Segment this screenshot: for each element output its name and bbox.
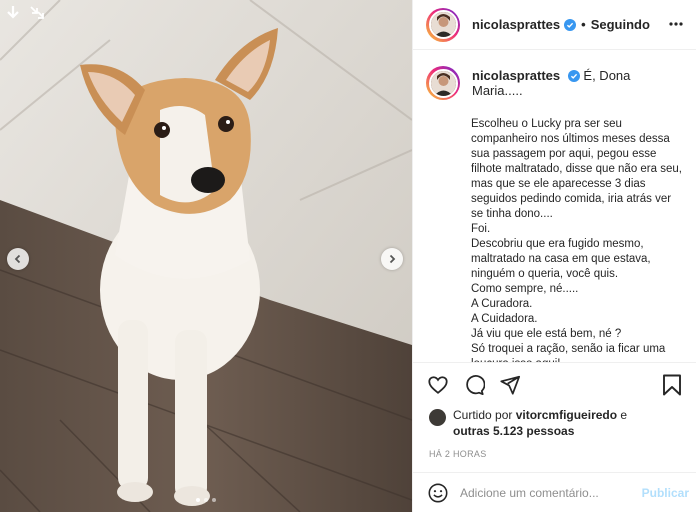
liker-avatar[interactable]: [429, 409, 446, 426]
post-photo[interactable]: [0, 0, 412, 512]
heart-icon: [428, 376, 448, 394]
more-options-icon[interactable]: [668, 16, 684, 32]
carousel-dots: [196, 498, 216, 502]
bookmark-icon: [663, 374, 681, 396]
likes-prefix: Curtido por: [453, 408, 513, 422]
liker-username-link[interactable]: vitorcmfigueiredo: [516, 408, 617, 422]
comment-input[interactable]: [460, 485, 640, 500]
share-button[interactable]: [498, 373, 522, 397]
post-details-panel: nicolasprattes • Seguindo nicolasprattes…: [412, 0, 696, 512]
carousel-dot: [204, 498, 208, 502]
avatar[interactable]: [428, 68, 458, 98]
caption-username-link[interactable]: nicolasprattes: [472, 68, 560, 83]
post-timestamp[interactable]: HÁ 2 HORAS: [413, 449, 696, 459]
profile-photo: [430, 70, 456, 96]
carousel-next-button[interactable]: [381, 248, 403, 270]
smiley-icon[interactable]: [427, 482, 449, 504]
chevron-right-icon: [389, 254, 396, 264]
like-button[interactable]: [426, 373, 450, 397]
caption-line: Escolheu o Lucky pra ser seu companheiro…: [471, 118, 682, 220]
comment-form: Publicar: [413, 472, 696, 512]
publish-button[interactable]: Publicar: [642, 486, 689, 500]
comment-button[interactable]: [462, 373, 486, 397]
caption-line: Como sempre, né.....: [471, 283, 579, 295]
caption-scroll-area[interactable]: nicolasprattes É, Dona Maria..... Escolh…: [413, 60, 696, 362]
chevron-left-icon: [14, 254, 21, 264]
caption-text: Escolheu o Lucky pra ser seu companheiro…: [471, 117, 683, 362]
carousel-dot: [196, 498, 200, 502]
verified-badge-icon: [564, 18, 577, 31]
header-username-link[interactable]: nicolasprattes: [472, 17, 560, 32]
likes-summary: Curtido por vitorcmfigueiredo e outras 5…: [413, 407, 696, 439]
profile-photo: [430, 12, 456, 37]
story-ring[interactable]: [426, 7, 460, 42]
post-header: nicolasprattes • Seguindo: [413, 0, 696, 50]
caption-line: Descobriu que era fugido mesmo, maltrata…: [471, 238, 651, 280]
post-actions: Curtido por vitorcmfigueiredo e outras 5…: [413, 362, 696, 459]
avatar[interactable]: [428, 10, 458, 39]
dog-photo-image: [0, 0, 412, 512]
carousel-dot: [212, 498, 216, 502]
likes-joiner: e: [620, 408, 628, 422]
save-button[interactable]: [661, 373, 683, 400]
verified-badge-icon: [567, 70, 580, 82]
comment-bubble-icon: [466, 375, 485, 396]
caption-line: Foi.: [471, 223, 491, 235]
story-ring[interactable]: [426, 66, 460, 100]
following-button[interactable]: Seguindo: [591, 17, 650, 32]
likes-count-link[interactable]: outras 5.123 pessoas: [453, 424, 574, 438]
expand-arrows-icon[interactable]: [28, 4, 46, 22]
carousel-prev-button[interactable]: [7, 248, 29, 270]
caption-line: A Curadora.: [471, 298, 533, 310]
header-separator: •: [581, 17, 586, 32]
caption-line: A Cuidadora.: [471, 313, 538, 325]
download-arrow-icon[interactable]: [4, 4, 22, 22]
caption-line: Só troquei a ração, senão ia ficar uma l…: [471, 343, 666, 362]
caption-line: Já viu que ele está bem, né ?: [471, 328, 622, 340]
paper-plane-icon: [500, 375, 521, 395]
